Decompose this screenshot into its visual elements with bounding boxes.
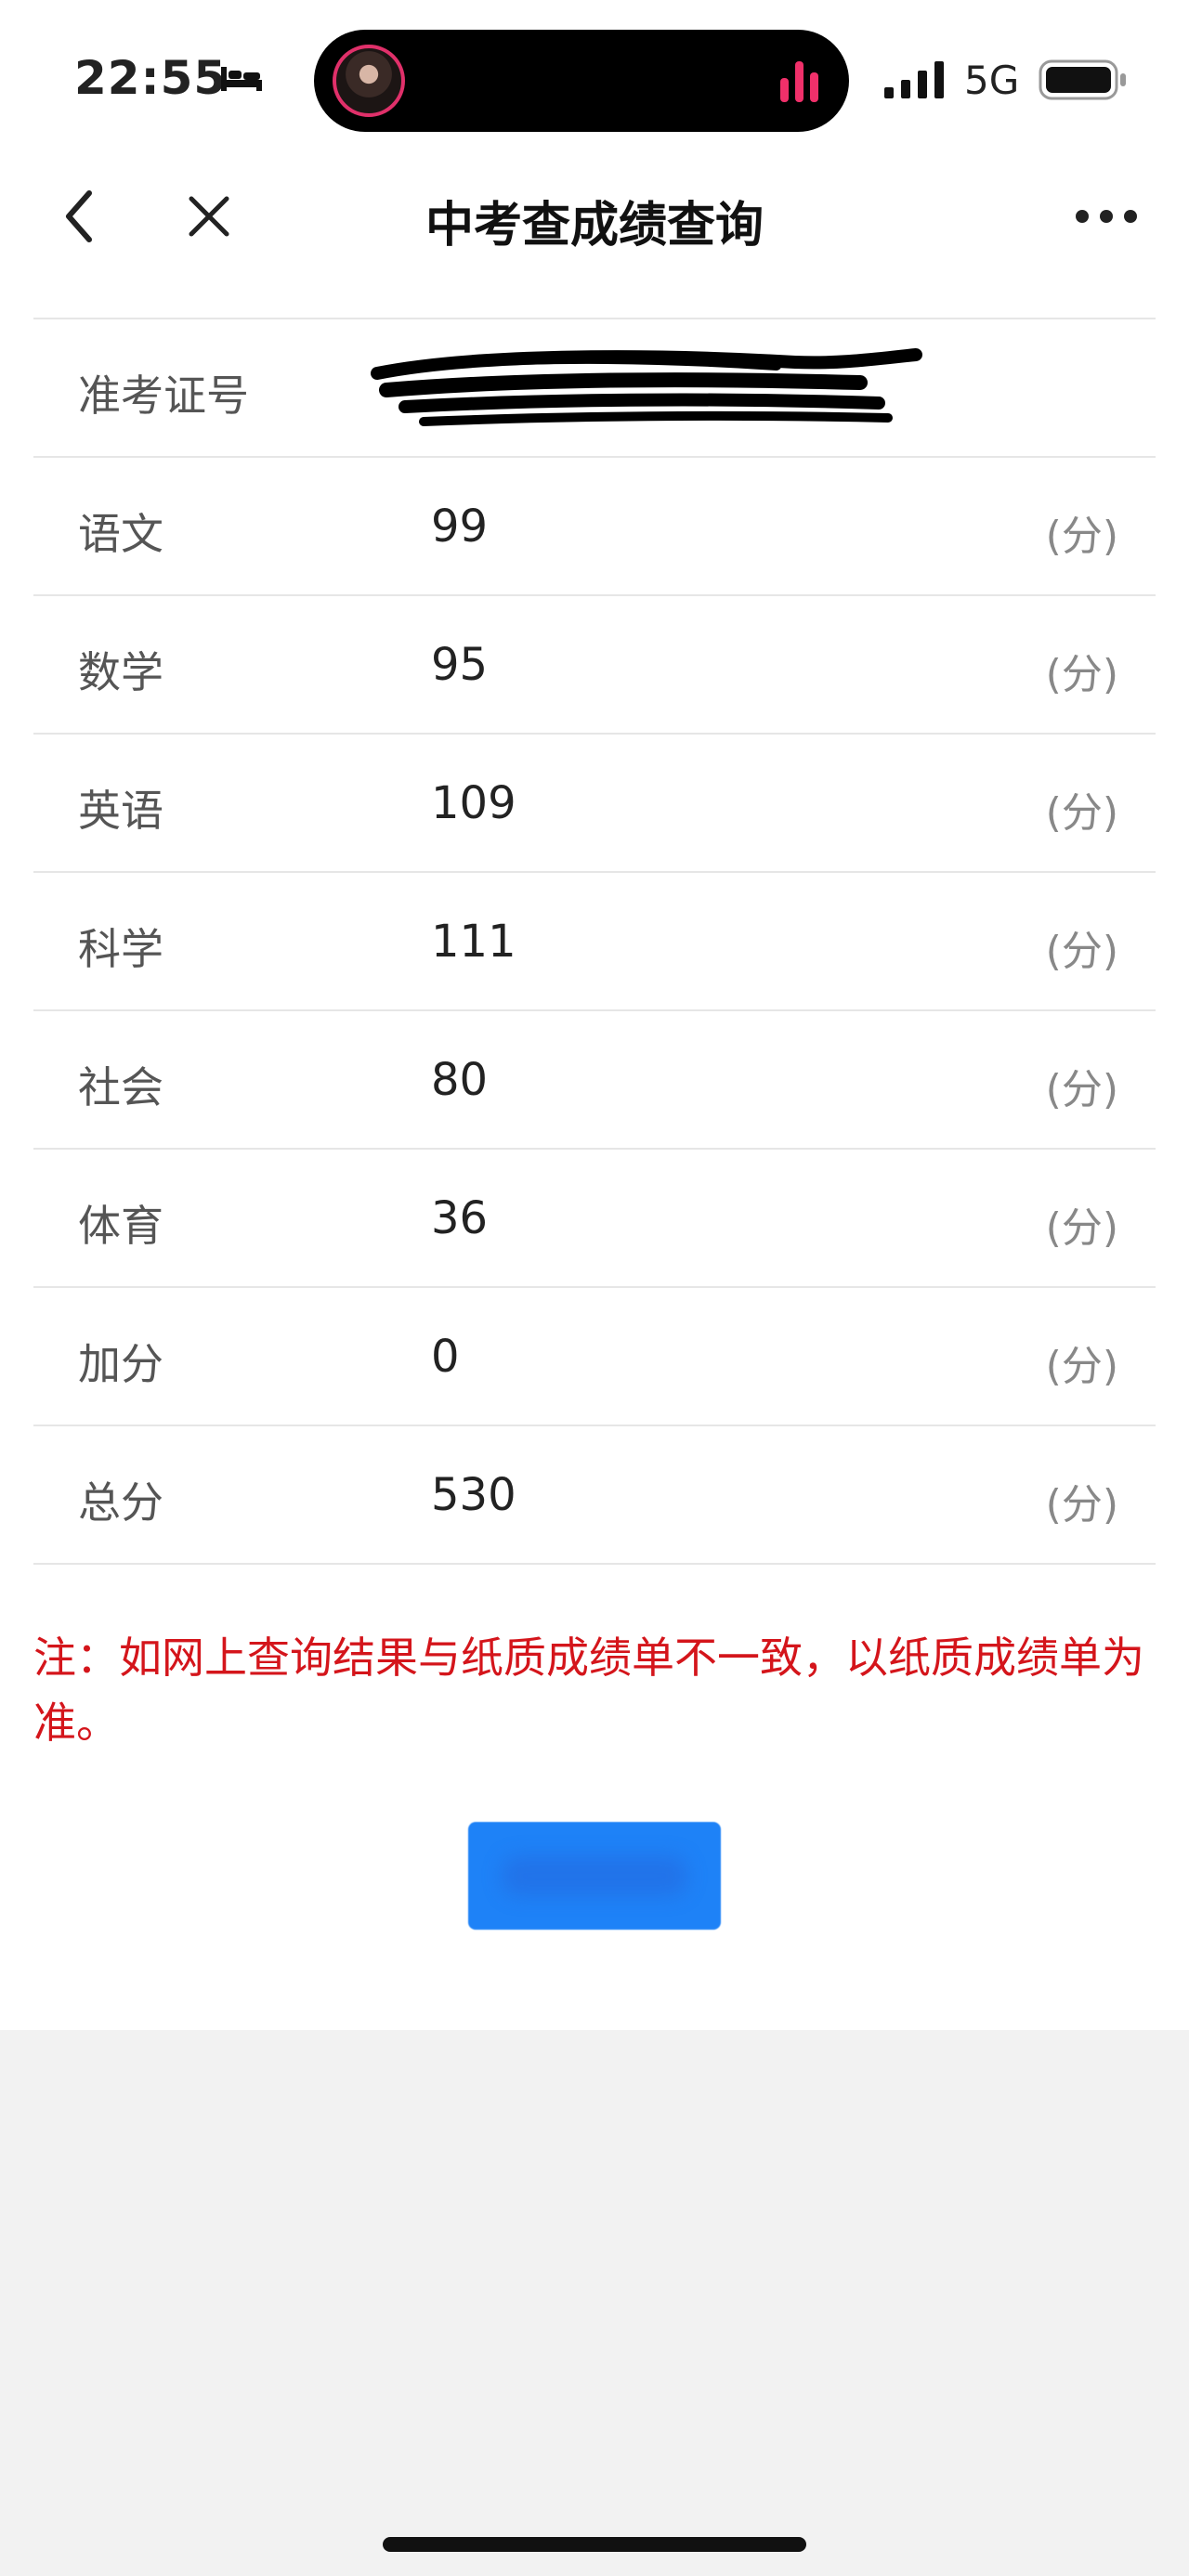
unit-label: (分) xyxy=(1045,1066,1118,1113)
unit-label: (分) xyxy=(1045,1481,1118,1529)
subject-label: 语文 xyxy=(78,509,163,559)
subject-label: 加分 xyxy=(78,1339,163,1389)
score-value: 0 xyxy=(431,1331,460,1383)
score-value: 95 xyxy=(431,639,489,691)
network-type: 5G xyxy=(964,58,1020,103)
score-value: 111 xyxy=(431,916,516,968)
subject-label: 数学 xyxy=(78,647,163,697)
table-row: 加分 0 (分) xyxy=(33,1288,1156,1426)
blurred-button-label xyxy=(502,1855,687,1896)
exam-id-label: 准考证号 xyxy=(78,371,249,421)
status-time: 22:55 xyxy=(74,51,228,105)
subject-label: 英语 xyxy=(78,786,163,836)
score-value: 530 xyxy=(431,1469,516,1521)
table-row: 体育 36 (分) xyxy=(33,1150,1156,1288)
back-icon[interactable] xyxy=(61,184,98,249)
subject-label: 体育 xyxy=(78,1201,163,1251)
row-exam-id: 准考证号 xyxy=(33,319,1156,458)
disclaimer-note: 注：如网上查询结果与纸质成绩单不一致，以纸质成绩单为准。 xyxy=(33,1633,1144,1748)
page: 22:55 5G 中考查成绩查询 准考证号 语文 99 (分) 数学 95 (分… xyxy=(0,0,1189,2030)
table-row: 科学 111 (分) xyxy=(33,873,1156,1011)
subject-label: 社会 xyxy=(78,1062,163,1112)
table-row: 语文 99 (分) xyxy=(33,458,1156,596)
home-indicator[interactable] xyxy=(383,2537,806,2552)
score-value: 99 xyxy=(431,501,489,553)
page-title: 中考查成绩查询 xyxy=(425,198,764,254)
status-bar: 22:55 5G xyxy=(0,0,1189,158)
unit-label: (分) xyxy=(1045,789,1118,837)
redaction-scribble xyxy=(371,348,922,426)
nav-bar: 中考查成绩查询 xyxy=(0,158,1189,279)
unit-label: (分) xyxy=(1045,651,1118,698)
avatar[interactable] xyxy=(333,45,405,117)
table-row: 数学 95 (分) xyxy=(33,596,1156,735)
audio-bars-icon xyxy=(780,61,818,102)
bed-icon xyxy=(221,67,262,91)
score-value: 109 xyxy=(431,777,516,829)
score-table: 准考证号 语文 99 (分) 数学 95 (分) 英语 109 (分) 科学 1… xyxy=(33,318,1156,1565)
unit-label: (分) xyxy=(1045,513,1118,560)
score-value: 36 xyxy=(431,1192,489,1244)
signal-icon xyxy=(884,61,944,98)
close-icon[interactable] xyxy=(186,193,232,240)
score-value: 80 xyxy=(431,1054,489,1106)
table-row-total: 总分 530 (分) xyxy=(33,1426,1156,1565)
unit-label: (分) xyxy=(1045,1204,1118,1252)
more-icon[interactable] xyxy=(1074,206,1139,227)
unit-label: (分) xyxy=(1045,928,1118,975)
unit-label: (分) xyxy=(1045,1343,1118,1390)
table-row: 社会 80 (分) xyxy=(33,1011,1156,1150)
table-row: 英语 109 (分) xyxy=(33,735,1156,873)
subject-label: 科学 xyxy=(78,924,163,974)
subject-label: 总分 xyxy=(78,1477,163,1528)
dynamic-island[interactable] xyxy=(314,30,849,132)
battery-icon xyxy=(1039,59,1126,100)
